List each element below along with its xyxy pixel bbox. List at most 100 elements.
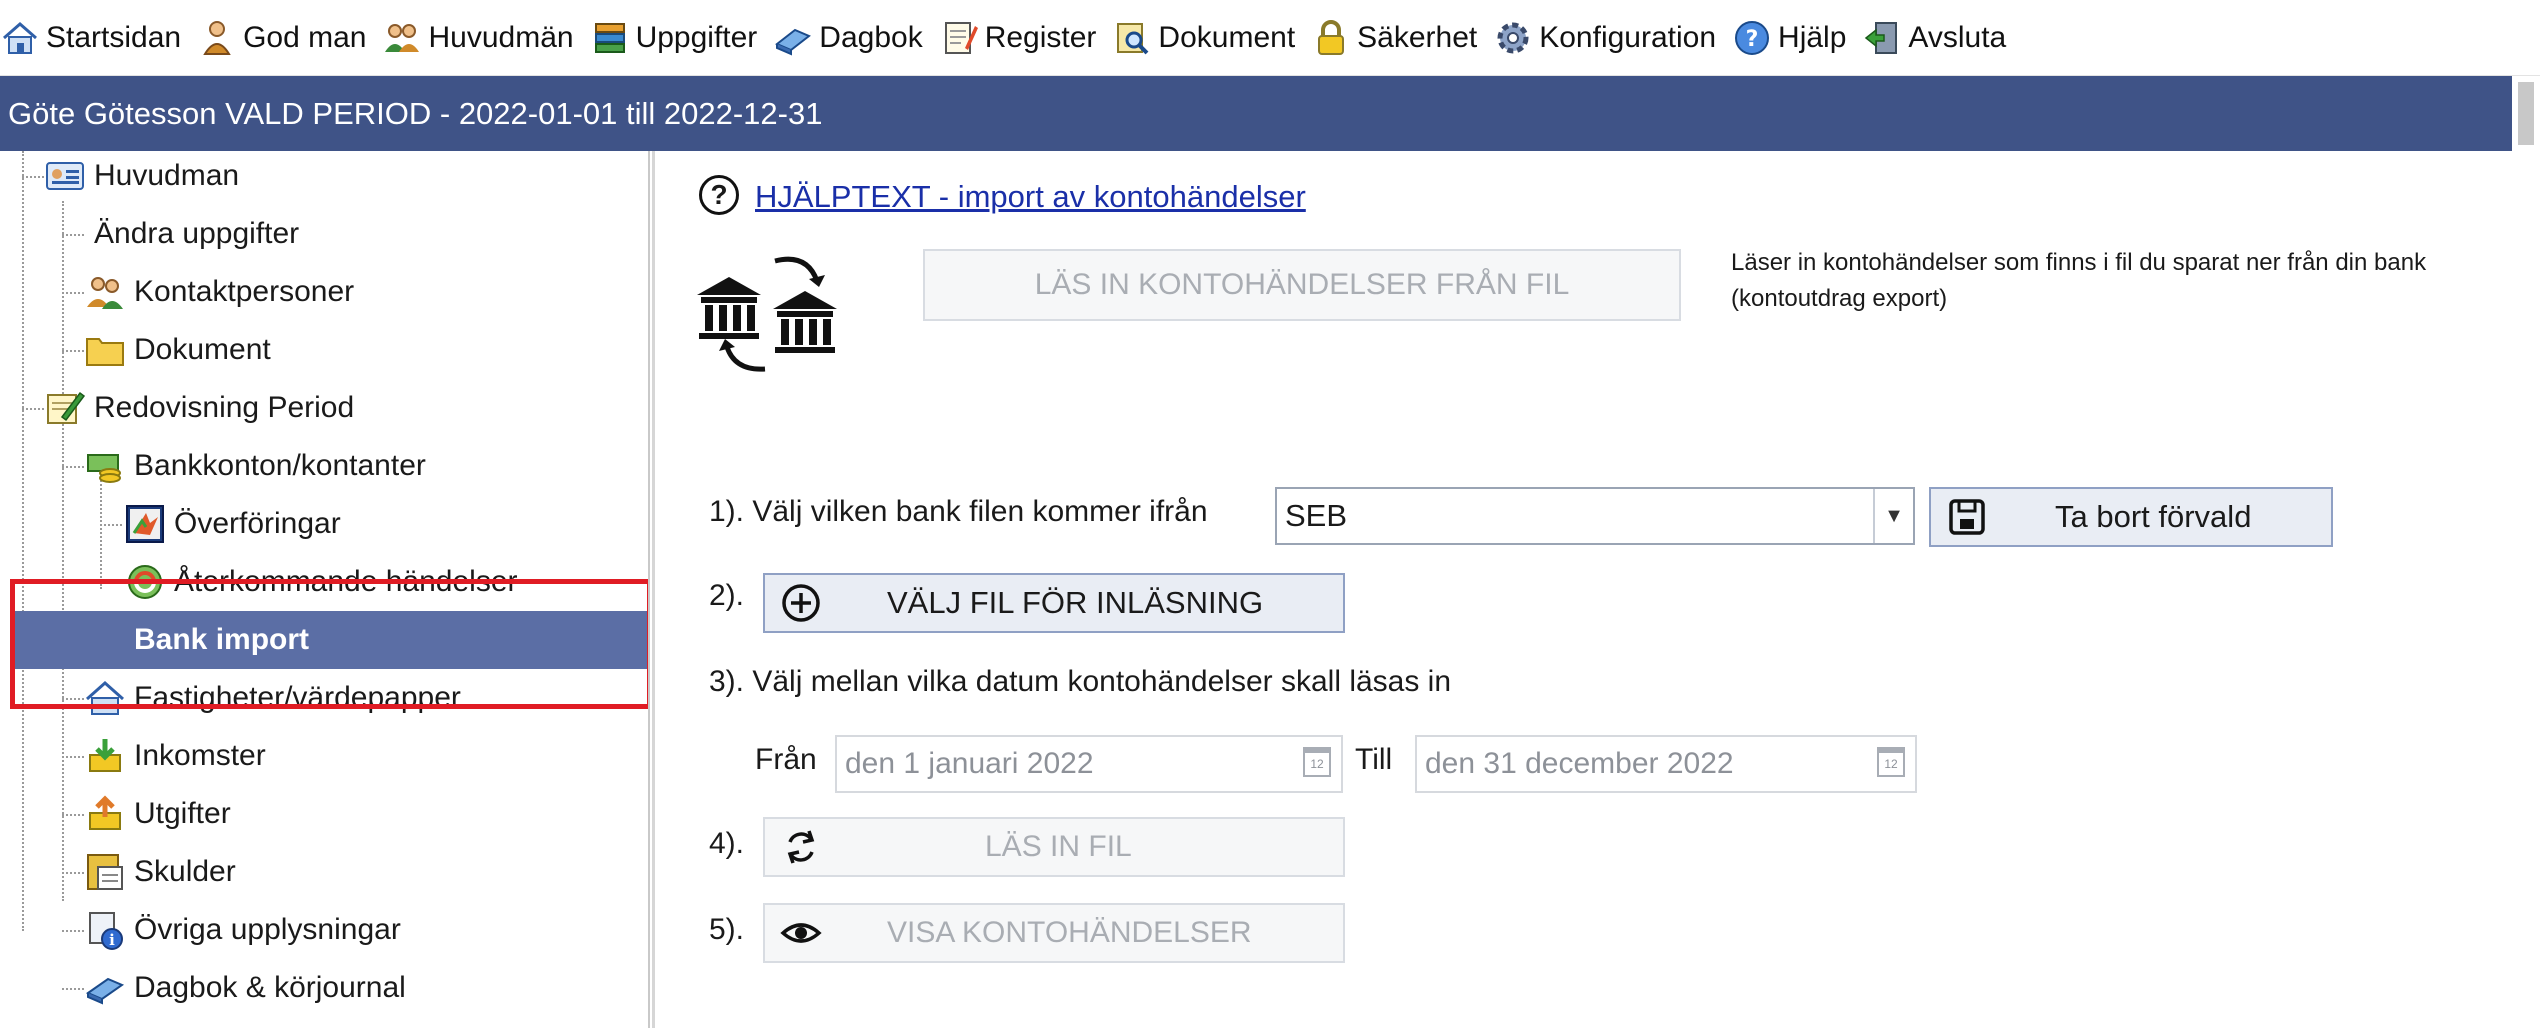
step2-label: 2).: [709, 579, 745, 612]
button-label: LÄS IN FIL: [985, 830, 1132, 863]
menu-register[interactable]: Register: [937, 0, 1111, 76]
plus-circle-icon: [779, 581, 823, 625]
choose-file-button[interactable]: VÄLJ FIL FÖR INLÄSNING: [763, 573, 1345, 633]
scrollbar[interactable]: [2512, 76, 2540, 151]
menu-label: Startsidan: [46, 20, 182, 54]
id-card-icon: [44, 155, 86, 197]
to-date-input[interactable]: den 31 december 2022 12: [1415, 735, 1917, 793]
home-icon: [0, 18, 40, 58]
edit-notepad-icon: [44, 387, 86, 429]
tree-connector: [100, 582, 122, 584]
menu-dokument[interactable]: Dokument: [1110, 0, 1309, 76]
menu-label: Uppgifter: [635, 20, 758, 54]
period-title: Göte Götesson VALD PERIOD - 2022-01-01 t…: [8, 95, 823, 131]
tree-connector: [62, 988, 84, 990]
tree-item-redovisning-period[interactable]: Redovisning Period: [44, 379, 354, 437]
svg-text:?: ?: [1746, 27, 1759, 52]
load-transactions-from-file-button[interactable]: LÄS IN KONTOHÄNDELSER FRÅN FIL: [923, 249, 1681, 321]
tree-item-huvudman[interactable]: Huvudman: [44, 151, 239, 205]
tree-connector: [100, 524, 122, 526]
from-date-value: den 1 januari 2022: [845, 747, 1094, 780]
bank-select-value: SEB: [1285, 498, 1348, 533]
tree-item-dagbok-korjournal[interactable]: Dagbok & körjournal: [84, 959, 406, 1017]
tree-item-label: Bankkonton/kontanter: [134, 449, 426, 482]
eye-icon: [779, 911, 823, 955]
tree-item-label: Fastigheter/värdepapper: [134, 681, 461, 714]
question-circle-icon: ?: [699, 175, 739, 215]
to-date-value: den 31 december 2022: [1425, 747, 1734, 780]
chevron-down-icon[interactable]: ▼: [1873, 489, 1913, 543]
menu-dagbok[interactable]: Dagbok: [771, 0, 936, 76]
tree-item-label: Dagbok & körjournal: [134, 971, 406, 1004]
tree-item-label: Ändra uppgifter: [94, 217, 300, 250]
book-icon: [84, 967, 126, 1009]
button-label: Ta bort förvald: [2055, 499, 2252, 534]
tree-item-aterkommande[interactable]: Återkommande händelser: [124, 553, 518, 611]
tree-item-fastigheter[interactable]: Fastigheter/värdepapper: [84, 669, 461, 727]
tree-item-skulder[interactable]: Skulder: [84, 843, 236, 901]
tree-item-andra-uppgifter[interactable]: Ändra uppgifter: [94, 205, 299, 263]
bank-import-panel: ? HJÄLPTEXT - import av kontohändelser L…: [652, 151, 2540, 1028]
navigation-tree: Huvudman Ändra uppgifter Kontaktpersoner…: [0, 151, 650, 1028]
tree-connector: [62, 201, 64, 901]
menu-hjalp[interactable]: ? Hjälp: [1730, 0, 1860, 76]
from-date-input[interactable]: den 1 januari 2022 12: [835, 735, 1343, 793]
step1-label: 1). Välj vilken bank filen kommer ifrån: [709, 495, 1208, 528]
menu-konfiguration[interactable]: Konfiguration: [1491, 0, 1730, 76]
tree-item-bankkonton[interactable]: Bankkonton/kontanter: [84, 437, 426, 495]
menu-startsidan[interactable]: Startsidan: [0, 0, 195, 76]
tree-item-label: Redovisning Period: [94, 391, 355, 424]
tree-connector: [62, 930, 84, 932]
debt-icon: [84, 851, 126, 893]
to-label: Till: [1355, 743, 1393, 776]
tree-item-kontaktpersoner[interactable]: Kontaktpersoner: [84, 263, 354, 321]
tree-item-ovriga-upplysningar[interactable]: i Övriga upplysningar: [84, 901, 401, 959]
load-description: Läser in kontohändelser som finns i fil …: [1731, 249, 2427, 312]
folder-icon: [84, 329, 126, 371]
tree-connector: [22, 176, 44, 178]
menu-uppgifter[interactable]: Uppgifter: [588, 0, 772, 76]
tree-connector: [62, 234, 84, 236]
tree-item-label: Kontaktpersoner: [134, 275, 355, 308]
person-icon: [197, 18, 237, 58]
period-title-bar: Göte Götesson VALD PERIOD - 2022-01-01 t…: [0, 76, 2540, 151]
from-label: Från: [755, 743, 817, 776]
menu-label: Hjälp: [1778, 20, 1847, 54]
info-icon: i: [84, 909, 126, 951]
menu-sakerhet[interactable]: Säkerhet: [1309, 0, 1491, 76]
tree-connector: [62, 350, 84, 352]
show-transactions-button[interactable]: VISA KONTOHÄNDELSER: [763, 903, 1345, 963]
tree-item-dokument[interactable]: Dokument: [84, 321, 271, 379]
button-label: VÄLJ FIL FÖR INLÄSNING: [887, 585, 1264, 620]
calendar-icon[interactable]: 12: [1303, 747, 1331, 777]
menu-label: Avsluta: [1908, 20, 2007, 54]
tree-item-label: Bank import: [134, 623, 310, 656]
tree-item-bank-import[interactable]: Bank import: [14, 611, 648, 669]
menu-avsluta[interactable]: Avsluta: [1860, 0, 2020, 76]
exit-door-icon: [1862, 18, 1902, 58]
recurring-icon: [124, 561, 166, 603]
tree-item-inkomster[interactable]: Inkomster: [84, 727, 266, 785]
tree-item-label: Övriga upplysningar: [134, 913, 401, 946]
book-icon: [773, 18, 813, 58]
income-icon: [84, 735, 126, 777]
floppy-disk-icon: [1945, 495, 1989, 539]
read-file-button[interactable]: LÄS IN FIL: [763, 817, 1345, 877]
document-search-icon: [1112, 18, 1152, 58]
menu-label: Huvudmän: [428, 20, 574, 54]
tree-item-label: Utgifter: [134, 797, 231, 830]
help-text-link[interactable]: HJÄLPTEXT - import av kontohändelser: [755, 179, 1306, 215]
calendar-icon[interactable]: 12: [1877, 747, 1905, 777]
tree-connector: [22, 408, 44, 410]
remove-default-button[interactable]: Ta bort förvald: [1929, 487, 2333, 547]
tree-item-overforingar[interactable]: Överföringar: [124, 495, 341, 553]
menu-huvudman[interactable]: Huvudmän: [380, 0, 587, 76]
menu-label: Dagbok: [819, 20, 923, 54]
svg-text:i: i: [109, 931, 115, 949]
menu-god-man[interactable]: God man: [195, 0, 380, 76]
bank-transfer-icon: [695, 247, 843, 375]
tree-item-label: Huvudman: [94, 159, 240, 192]
bank-select[interactable]: SEB ▼: [1275, 487, 1915, 545]
menu-label: Konfiguration: [1539, 20, 1717, 54]
tree-item-utgifter[interactable]: Utgifter: [84, 785, 231, 843]
